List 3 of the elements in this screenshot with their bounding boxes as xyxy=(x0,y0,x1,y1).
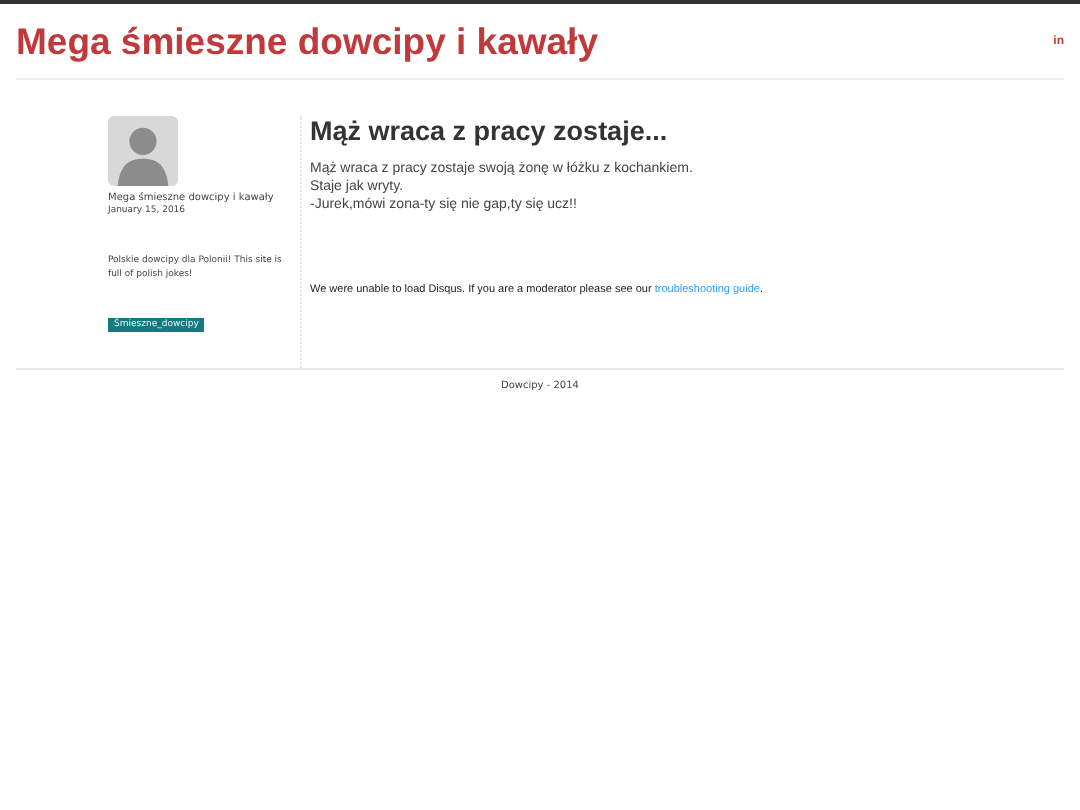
avatar-icon xyxy=(108,116,178,186)
site-title[interactable]: Mega śmieszne dowcipy i kawały xyxy=(16,19,598,63)
post-title: Mąż wraca z pracy zostaje... xyxy=(310,116,670,146)
